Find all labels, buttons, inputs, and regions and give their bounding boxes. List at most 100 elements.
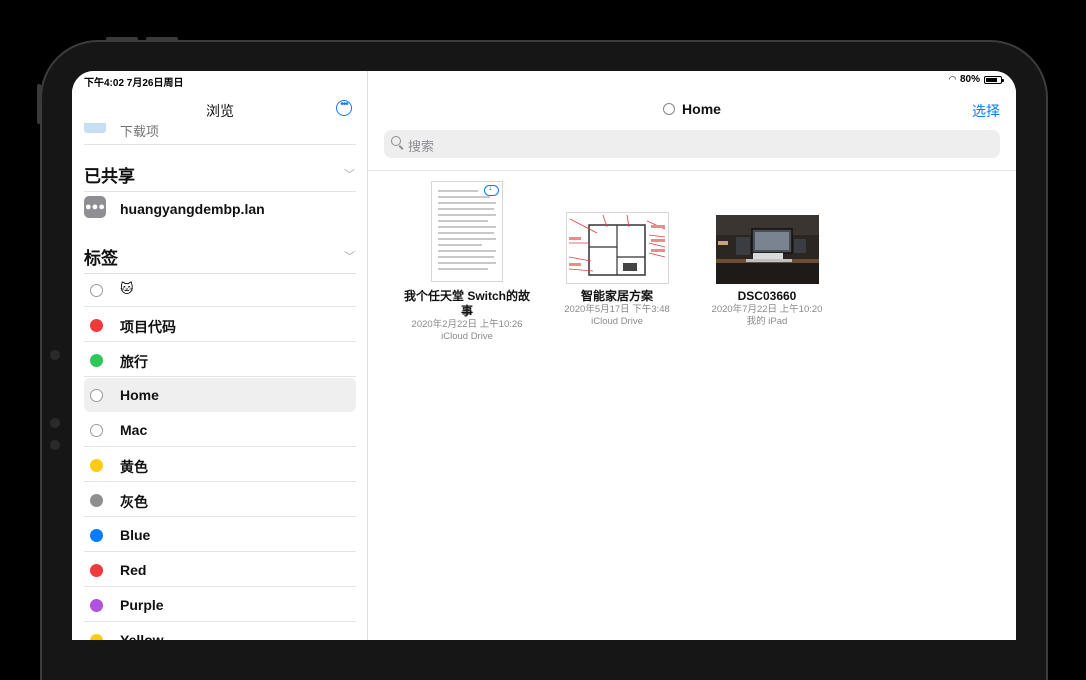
tag-color-dot (90, 319, 103, 332)
tag-item[interactable]: 🐱 (84, 273, 356, 307)
divider (84, 306, 356, 307)
tag-item[interactable]: Blue (84, 518, 356, 552)
search-placeholder: 搜索 (408, 139, 435, 154)
page-title: Home (368, 101, 1016, 117)
battery-icon (984, 75, 1004, 84)
divider (84, 341, 356, 342)
tag-label: 黄色 (120, 459, 148, 475)
file-thumbnail-floorplan[interactable] (566, 212, 669, 284)
doc-text-line (438, 214, 496, 216)
battery-percent: 80% (959, 74, 980, 85)
doc-text-line (438, 220, 488, 222)
sidebar: 浏览 ••• 下载项 已共享 ﹀ ●●● huangyangdembp.lan … (72, 71, 368, 640)
page-title-text: Home (682, 101, 721, 117)
select-button[interactable]: 选择 (972, 101, 1000, 121)
doc-text-line (438, 256, 494, 258)
cloud-download-icon[interactable] (484, 182, 499, 196)
tag-label: Yellow (120, 632, 164, 640)
sidebar-item-server[interactable]: ●●● huangyangdembp.lan (84, 191, 356, 227)
divider (84, 621, 356, 622)
tag-item-selected[interactable]: Home (84, 378, 356, 412)
main-content: Home 选择 搜索 我个任天堂 Switch的故事 (368, 71, 1016, 640)
tag-color-dot (90, 634, 103, 640)
server-icon: ●●● (84, 196, 106, 218)
file-name: 智能家居方案 (580, 289, 653, 303)
file-date: 2020年5月17日 下午3:48 (564, 304, 670, 315)
tag-color-dot (90, 389, 103, 402)
status-right: ◠ 80% (949, 74, 1004, 85)
folder-icon (84, 123, 106, 133)
volume-button-top (106, 37, 138, 41)
divider (84, 586, 356, 587)
sidebar-title: 浏览 (206, 103, 234, 119)
file-location: 我的 iPad (746, 316, 788, 327)
tag-label: 灰色 (120, 494, 148, 510)
desk-photo-image (716, 215, 819, 284)
sidebar-item-downloads[interactable]: 下载项 (84, 123, 356, 143)
sidebar-item-label: 下载项 (120, 124, 160, 139)
file-thumbnail-document[interactable] (431, 181, 503, 282)
doc-text-line (438, 202, 496, 204)
tag-color-dot (90, 494, 103, 507)
tag-item[interactable]: 灰色 (84, 483, 356, 517)
status-bar: 下午4:02 7月26日周日 ◠ 80% (72, 71, 1016, 89)
ellipsis-circle-icon[interactable]: ••• (336, 100, 352, 116)
sensor-dot (50, 440, 60, 450)
tag-item[interactable]: Yellow (84, 623, 356, 640)
tag-item[interactable]: 旅行 (84, 343, 356, 377)
divider (84, 551, 356, 552)
tag-label: 🐱 (120, 281, 134, 296)
divider (84, 516, 356, 517)
wifi-icon: ◠ (949, 74, 956, 84)
divider (84, 376, 356, 377)
volume-button-bottom (146, 37, 178, 41)
divider (84, 481, 356, 482)
sidebar-item-label: huangyangdembp.lan (120, 201, 265, 217)
file-name: 我个任天堂 Switch的故事 (404, 289, 531, 318)
tag-color-dot (90, 529, 103, 542)
tag-item[interactable]: Purple (84, 588, 356, 622)
status-time: 下午4:02 7月26日周日 (84, 78, 184, 89)
tag-color-dot (90, 284, 103, 297)
file-location: iCloud Drive (441, 331, 493, 342)
doc-text-line (438, 190, 478, 192)
search-input[interactable]: 搜索 (384, 130, 1000, 158)
divider (368, 170, 1016, 171)
doc-text-line (438, 268, 488, 270)
file-item[interactable]: 智能家居方案 2020年5月17日 下午3:48 iCloud Drive (542, 289, 692, 328)
doc-text-line (438, 226, 496, 228)
tag-color-dot (90, 354, 103, 367)
file-thumbnail-photo[interactable] (716, 215, 819, 284)
tag-label: Purple (120, 597, 164, 613)
doc-text-line (438, 196, 490, 198)
section-tags-title: 标签 (84, 249, 118, 268)
tag-item[interactable]: 项目代码 (84, 308, 356, 342)
power-button (37, 84, 41, 124)
tag-label: Blue (120, 527, 151, 543)
file-item[interactable]: DSC03660 2020年7月22日 上午10:20 我的 iPad (692, 289, 842, 328)
tag-label: Red (120, 562, 147, 578)
tag-item[interactable]: 黄色 (84, 448, 356, 482)
file-location: iCloud Drive (591, 316, 643, 327)
doc-text-line (438, 262, 496, 264)
doc-text-line (438, 250, 496, 252)
chevron-down-icon[interactable]: ﹀ (344, 166, 355, 182)
chevron-down-icon[interactable]: ﹀ (344, 248, 355, 264)
sensor-dot (50, 418, 60, 428)
search-icon (391, 136, 401, 146)
file-item[interactable]: 我个任天堂 Switch的故事 2020年2月22日 上午10:26 iClou… (392, 289, 542, 343)
section-shared-title: 已共享 (84, 167, 135, 186)
tag-label: Mac (120, 422, 148, 438)
doc-text-line (438, 238, 496, 240)
doc-text-line (438, 208, 494, 210)
tag-color-dot (90, 459, 103, 472)
divider (84, 446, 356, 447)
tag-color-dot (663, 103, 676, 115)
tag-item[interactable]: Red (84, 553, 356, 587)
doc-text-line (438, 244, 482, 246)
tag-color-dot (90, 564, 103, 577)
tag-label: Home (120, 387, 159, 403)
tag-label: 旅行 (120, 354, 148, 370)
doc-text-line (438, 232, 494, 234)
tag-item[interactable]: Mac (84, 413, 356, 447)
